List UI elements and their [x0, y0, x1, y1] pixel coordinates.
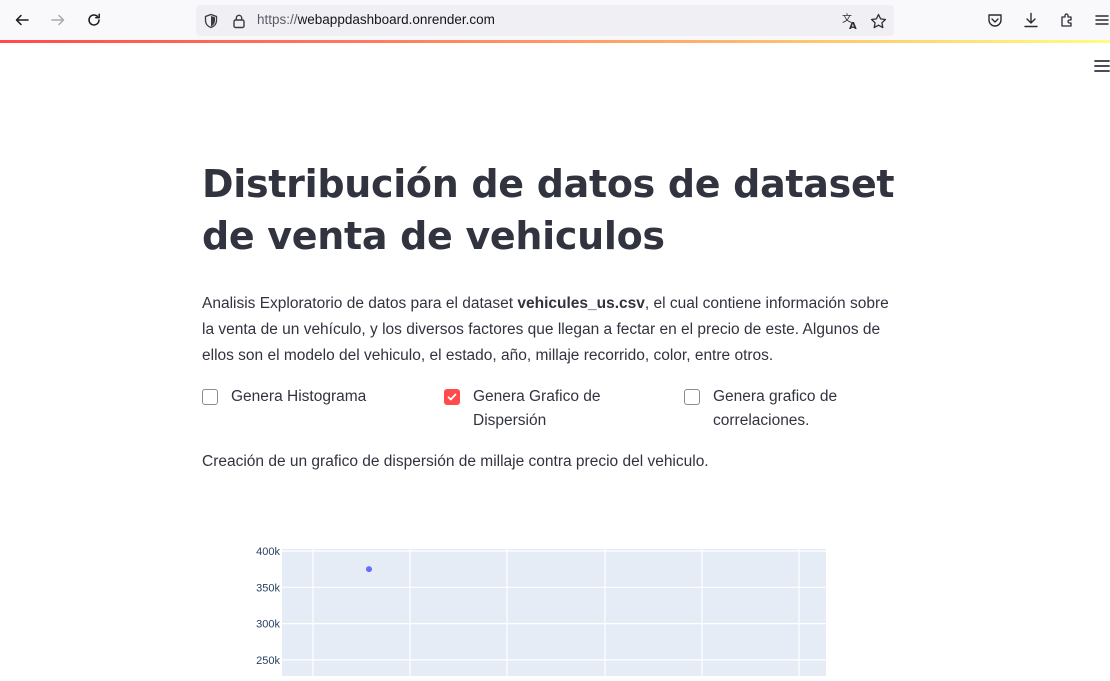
- download-icon[interactable]: [1019, 8, 1043, 32]
- main-menu-icon[interactable]: [1092, 58, 1110, 74]
- y-tick-label: 250k: [256, 655, 280, 667]
- intro-text-before: Analisis Exploratorio de datos para el d…: [202, 295, 518, 312]
- reload-icon[interactable]: [82, 8, 106, 32]
- checkbox-correlations[interactable]: Genera grafico de correlaciones.: [684, 385, 874, 433]
- checkbox-row: Genera Histograma Genera Grafico de Disp…: [202, 385, 902, 445]
- address-bar[interactable]: https://webappdashboard.onrender.com 文A: [196, 5, 894, 36]
- checkbox-label: Genera Histograma: [231, 388, 367, 405]
- page-title: Distribución de datos de dataset de vent…: [202, 162, 895, 258]
- y-tick-label: 300k: [256, 619, 280, 631]
- bookmark-star-icon[interactable]: [868, 11, 888, 31]
- extensions-icon[interactable]: [1055, 8, 1079, 32]
- scatter-chart-svg: 400k 350k 300k 250k: [256, 546, 826, 676]
- y-tick-label: 400k: [256, 546, 280, 558]
- url-text: https://webappdashboard.onrender.com: [257, 12, 495, 27]
- plot-area: [282, 549, 826, 676]
- checkbox-box-checked[interactable]: [444, 389, 460, 405]
- lock-icon[interactable]: [229, 11, 249, 31]
- checkbox-label: Genera grafico de correlaciones.: [713, 388, 838, 429]
- scatter-chart[interactable]: 400k 350k 300k 250k: [240, 540, 830, 676]
- checkbox-histogram[interactable]: Genera Histograma: [202, 385, 422, 409]
- intro-paragraph: Analisis Exploratorio de datos para el d…: [202, 291, 902, 369]
- svg-text:A: A: [849, 21, 857, 30]
- translate-icon[interactable]: 文A: [840, 11, 860, 31]
- url-host: webappdashboard.onrender.com: [297, 12, 495, 27]
- app-menu-icon[interactable]: [1090, 8, 1110, 32]
- checkbox-box[interactable]: [202, 389, 218, 405]
- checkbox-box[interactable]: [684, 389, 700, 405]
- shield-icon[interactable]: [201, 11, 221, 31]
- scatter-point[interactable]: [366, 566, 372, 573]
- dataset-filename: vehicules_us.csv: [517, 295, 645, 312]
- forward-icon[interactable]: [46, 8, 70, 32]
- url-scheme: https://: [257, 12, 298, 27]
- chart-caption: Creación de un grafico de dispersión de …: [202, 453, 709, 470]
- checkmark-icon: [447, 393, 457, 401]
- browser-toolbar: https://webappdashboard.onrender.com 文A: [0, 0, 1110, 40]
- checkbox-label: Genera Grafico de Dispersión: [473, 388, 601, 429]
- pocket-icon[interactable]: [983, 8, 1007, 32]
- back-icon[interactable]: [10, 8, 34, 32]
- checkbox-scatter[interactable]: Genera Grafico de Dispersión: [444, 385, 634, 433]
- y-tick-label: 350k: [256, 582, 280, 594]
- page-load-bar: [0, 40, 1110, 43]
